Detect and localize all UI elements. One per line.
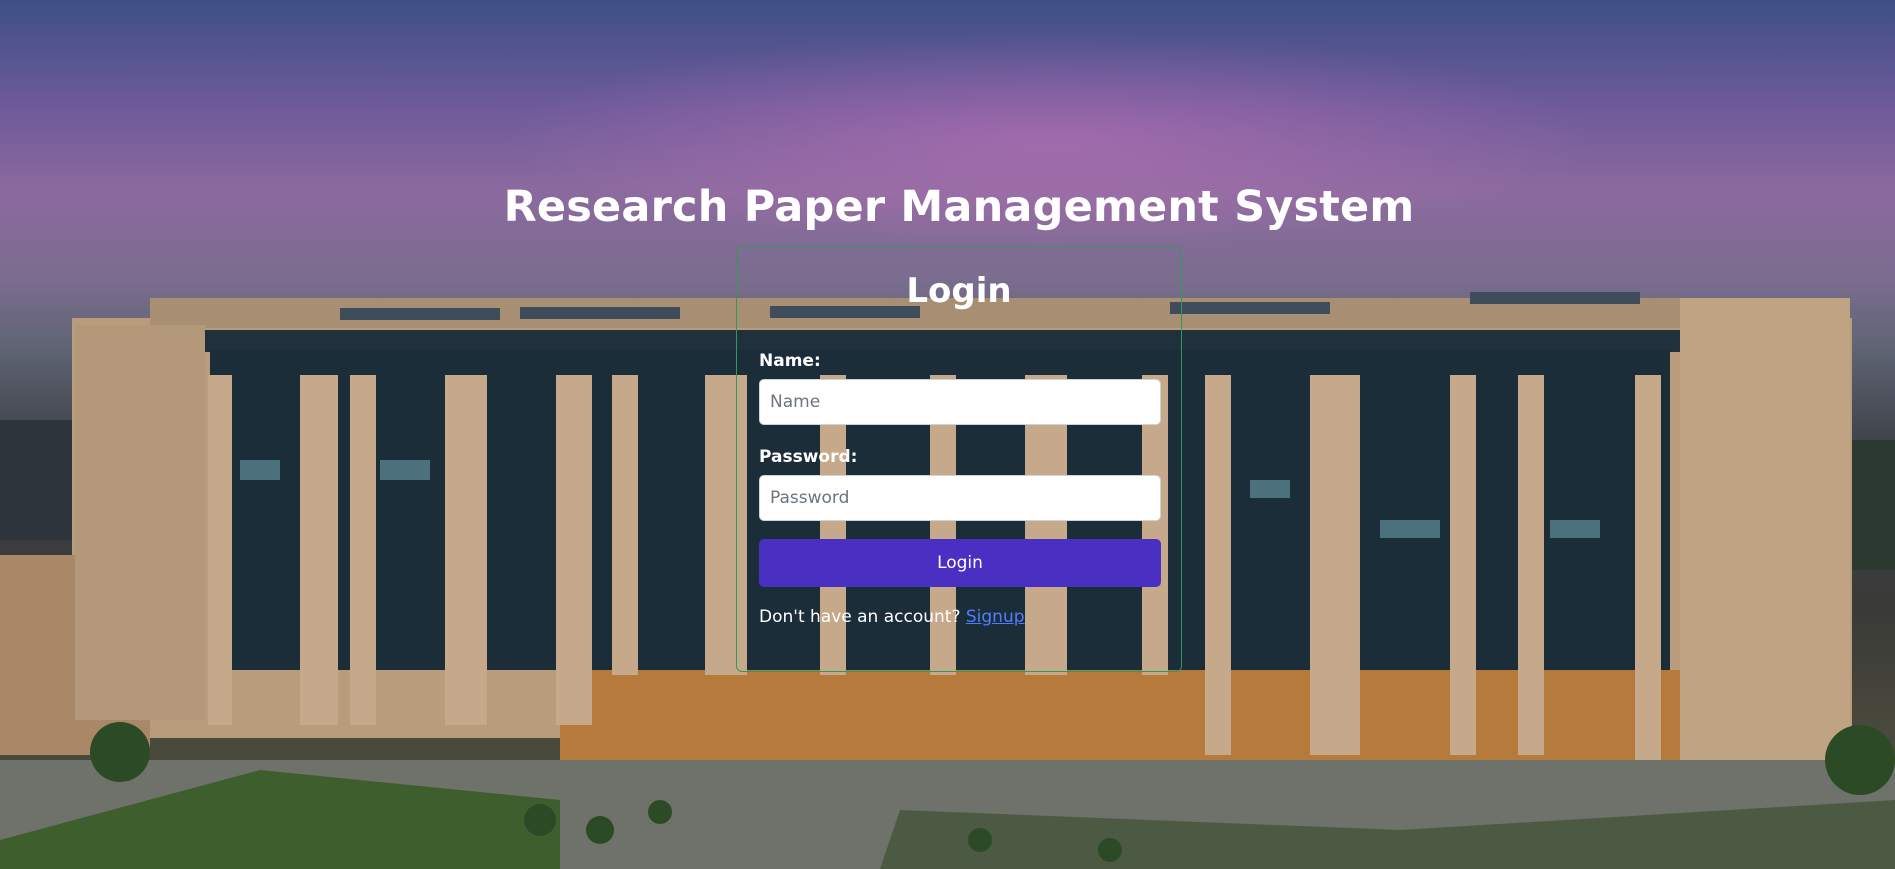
app-title: Research Paper Management System — [503, 182, 1415, 232]
name-input[interactable] — [759, 379, 1161, 425]
signup-prompt-line: Don't have an account? Signup — [759, 607, 1025, 627]
signup-prompt-text: Don't have an account? — [759, 607, 961, 627]
login-button[interactable]: Login — [759, 539, 1161, 587]
login-heading: Login — [906, 271, 1012, 311]
name-label: Name: — [759, 351, 821, 371]
password-label: Password: — [759, 447, 858, 467]
signup-link[interactable]: Signup — [966, 607, 1025, 627]
login-form: Login Name: Password: Login Don't have a… — [736, 246, 1182, 672]
password-input[interactable] — [759, 475, 1161, 521]
